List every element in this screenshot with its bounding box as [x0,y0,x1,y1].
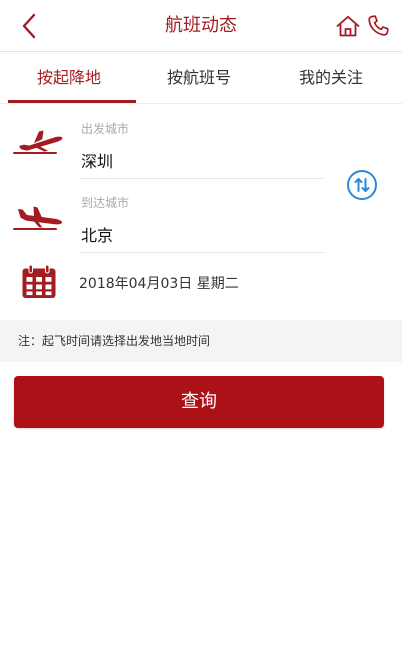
tab-my-follows[interactable]: 我的关注 [266,52,396,104]
active-tab-indicator [8,100,136,103]
departure-city-value[interactable]: 深圳 [81,148,113,172]
departure-city-label: 出发城市 [81,122,130,136]
phone-button[interactable] [364,12,392,40]
calendar-icon [22,264,56,298]
departure-date-value[interactable]: 2018年04月03日 星期二 [79,262,239,306]
arrival-city-row[interactable]: 到达城市 北京 [0,180,402,256]
home-button[interactable] [334,12,362,40]
arrival-city-label: 到达城市 [81,196,130,210]
divider [80,178,324,179]
tab-by-flight-number[interactable]: 按航班号 [136,52,262,104]
note-text: 注：起飞时间请选择出发地当地时间 [18,334,211,348]
note-banner: 注：起飞时间请选择出发地当地时间 [0,320,402,362]
departure-date-row[interactable]: 2018年04月03日 星期二 [0,262,402,306]
divider [80,252,324,253]
query-button[interactable]: 查询 [14,376,384,428]
app-header: 航班动态 [0,0,402,52]
departure-city-row[interactable]: 出发城市 深圳 [0,104,402,180]
arrival-city-value[interactable]: 北京 [81,222,113,246]
flight-status-screen: 航班动态 按起降地 按航班号 我的关注 出发城市 深圳 到达城市 北京 2018… [0,0,402,672]
chevron-left-icon [22,13,36,39]
tab-by-airport[interactable]: 按起降地 [6,52,132,104]
search-mode-tabs: 按起降地 按航班号 我的关注 [0,52,402,104]
back-button[interactable] [14,10,44,42]
home-icon [336,15,360,37]
plane-takeoff-icon [13,130,63,154]
phone-icon [368,15,389,36]
plane-landing-icon [13,206,63,230]
